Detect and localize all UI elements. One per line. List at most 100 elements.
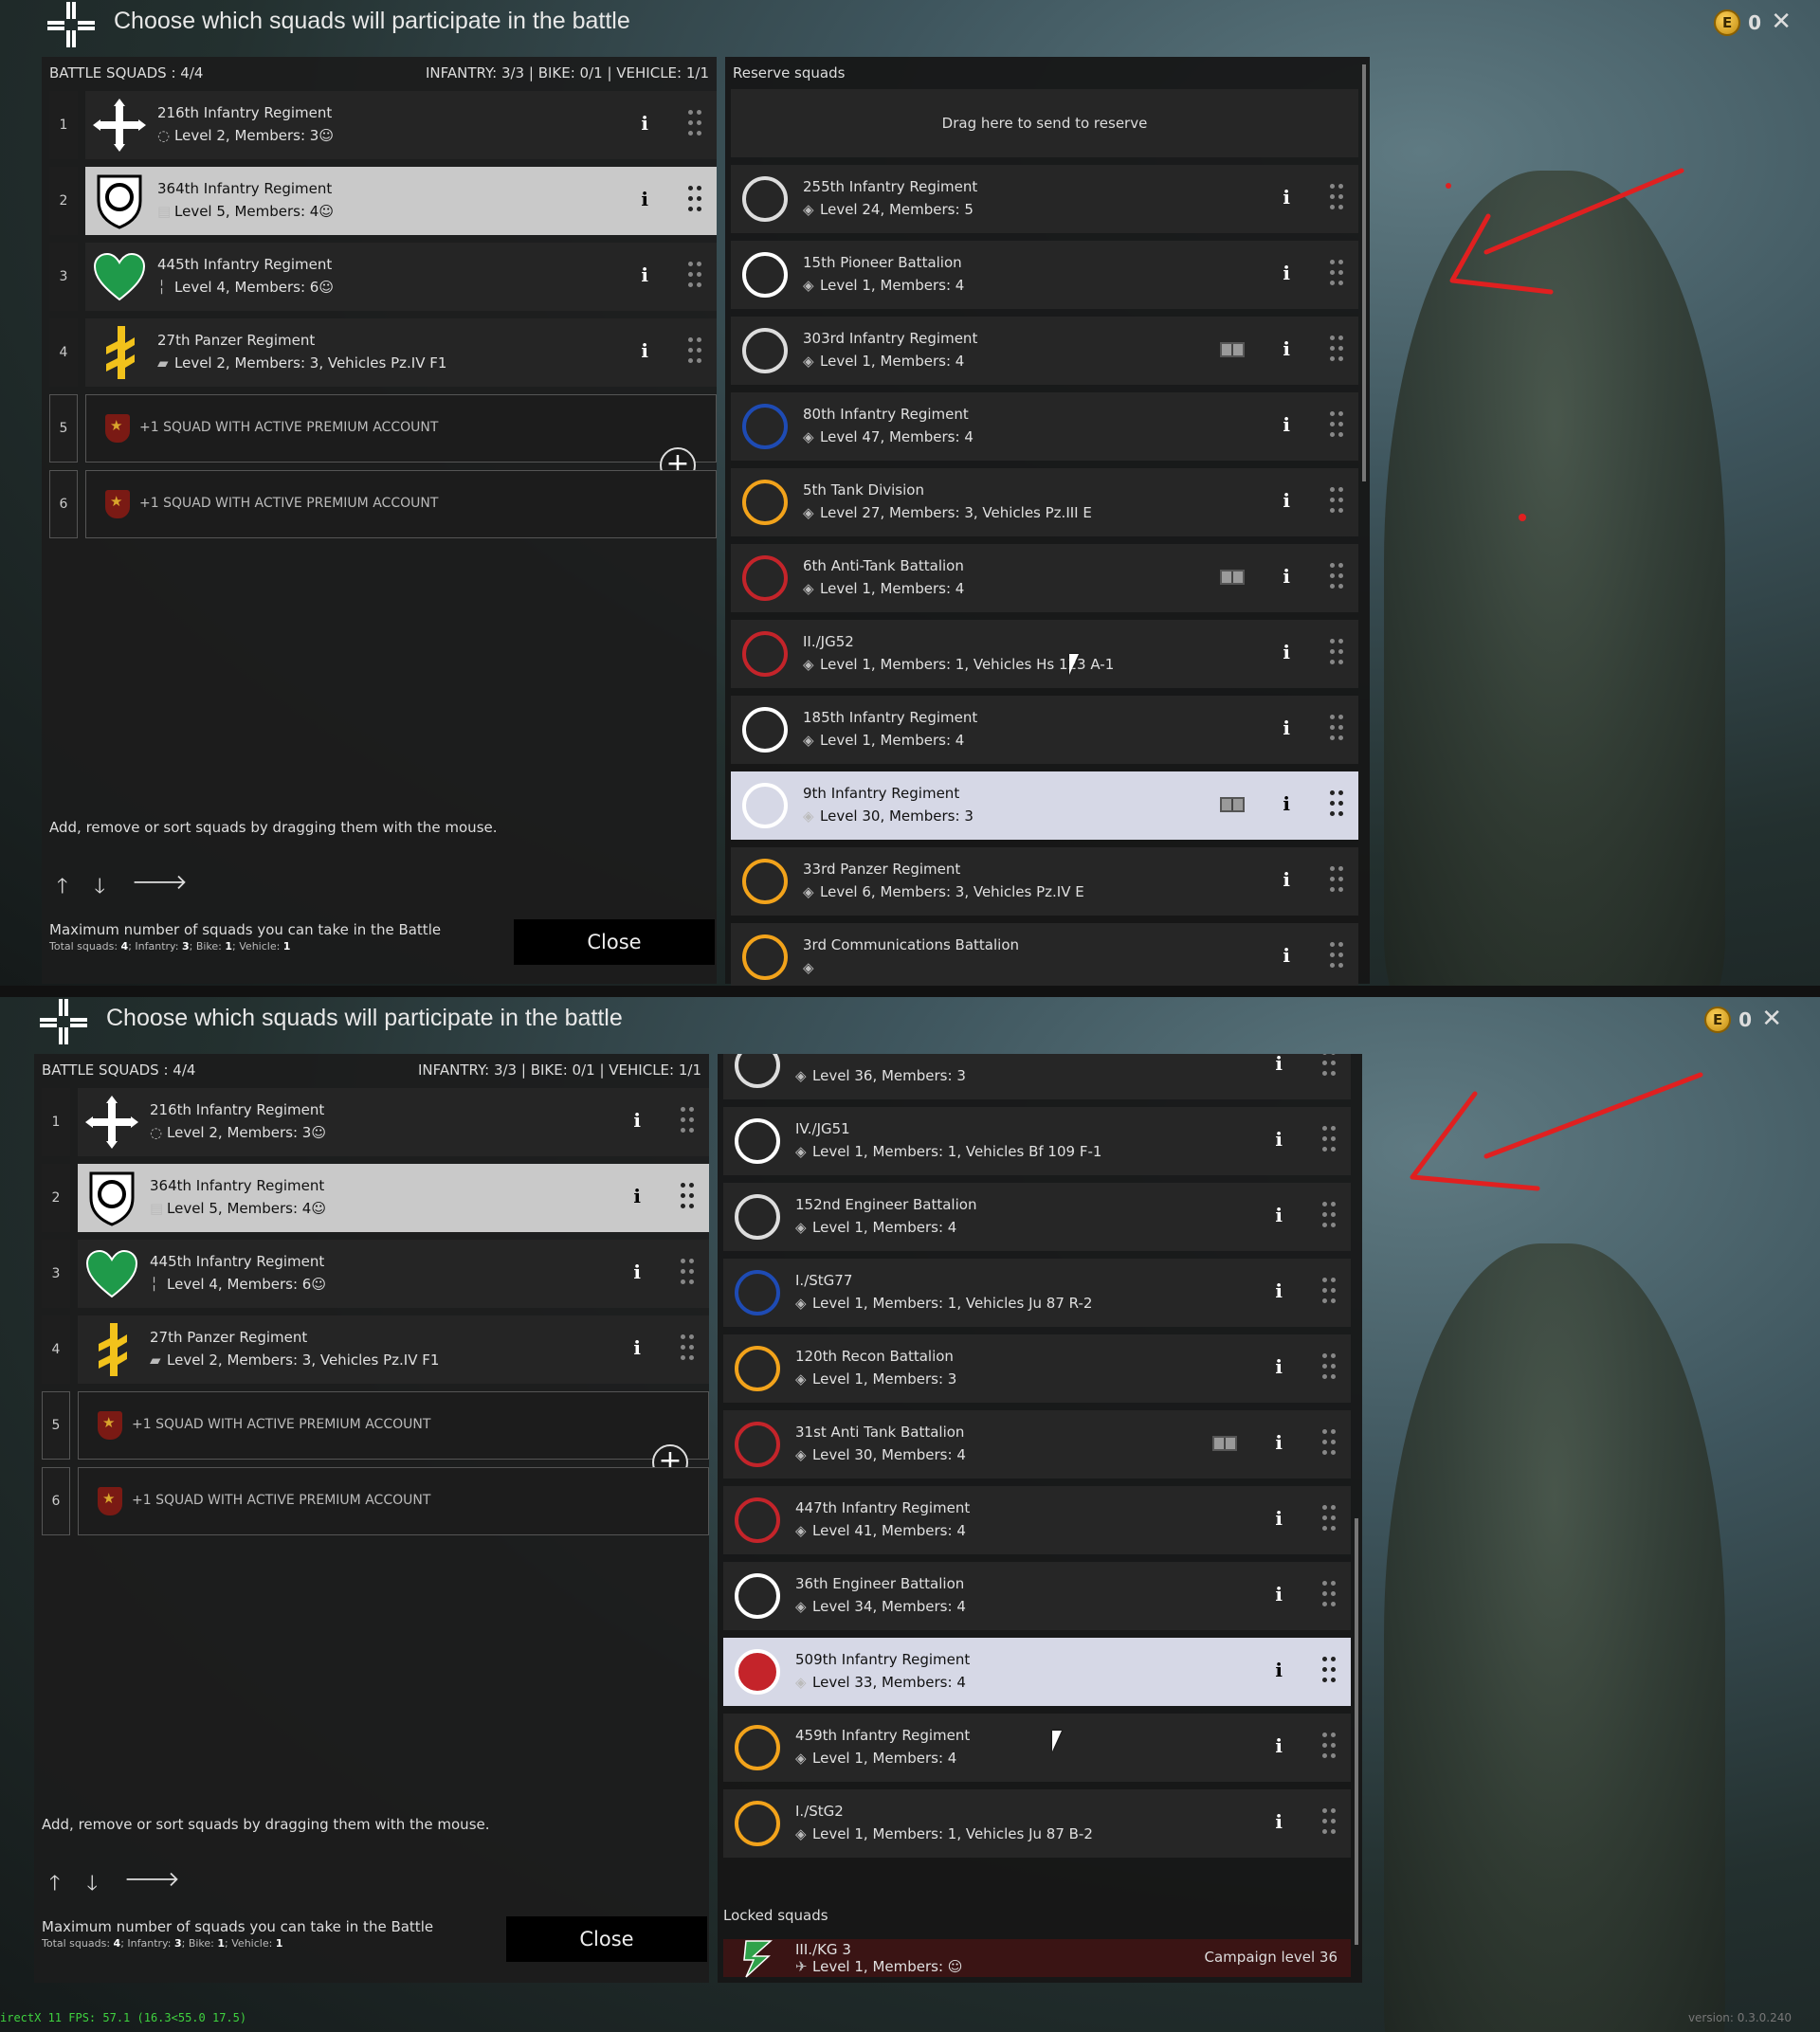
drag-handle-icon[interactable] [1322,1126,1336,1156]
drag-handle-icon[interactable] [1322,1733,1336,1763]
premium-squad-slot[interactable]: +1 SQUAD WITH ACTIVE PREMIUM ACCOUNT [85,394,717,463]
scrollbar[interactable] [1362,64,1366,481]
info-icon[interactable]: i [1283,489,1290,512]
drag-handle-icon[interactable] [681,1334,694,1365]
info-icon[interactable]: i [641,263,648,286]
squad-card[interactable]: 445th Infantry Regiment ╎ Level 4, Member… [78,1240,709,1308]
squad-card[interactable]: 27th Panzer Regiment ▰ Level 2, Members: … [85,318,717,387]
manual-book-icon[interactable] [1220,797,1245,812]
drag-handle-icon[interactable] [1322,1657,1336,1687]
close-icon[interactable]: ✕ [1761,1005,1782,1033]
manual-book-icon[interactable] [1220,570,1245,585]
premium-squad-slot[interactable]: +1 SQUAD WITH ACTIVE PREMIUM ACCOUNT [85,470,717,538]
info-icon[interactable]: i [633,1261,641,1283]
info-icon[interactable]: i [1275,1204,1283,1226]
drag-handle-icon[interactable] [1330,866,1343,897]
drag-handle-icon[interactable] [1322,1505,1336,1535]
reserve-squad-card[interactable]: 80th Infantry Regiment ◈ Level 47, Members… [731,392,1358,461]
arrow-right-icon[interactable]: 🡒 [132,870,188,906]
info-icon[interactable]: i [1283,262,1290,284]
drag-handle-icon[interactable] [1322,1353,1336,1384]
info-icon[interactable]: i [1283,868,1290,891]
info-icon[interactable]: i [1275,1279,1283,1302]
drag-handle-icon[interactable] [1330,336,1343,366]
arrow-right-icon[interactable]: 🡒 [124,1867,180,1903]
reserve-squad-card[interactable]: 6th Anti-Tank Battalion ◈ Level 1, Members… [731,544,1358,612]
reserve-squad-card[interactable]: ◈ Level 36, Members: 3 i [723,1054,1351,1099]
reserve-squad-card[interactable]: 15th Pioneer Battalion ◈ Level 1, Members:… [731,241,1358,309]
reserve-squad-card[interactable]: 509th Infantry Regiment ◈ Level 33, Member… [723,1638,1351,1706]
drag-handle-icon[interactable] [1330,563,1343,593]
reserve-squad-card[interactable]: IV./JG51 ◈ Level 1, Members: 1, Vehicles B… [723,1107,1351,1175]
info-icon[interactable]: i [633,1109,641,1132]
info-icon[interactable]: i [1283,717,1290,739]
info-icon[interactable]: i [641,339,648,362]
info-icon[interactable]: i [1275,1507,1283,1530]
drag-handle-icon[interactable] [1330,411,1343,442]
info-icon[interactable]: i [1275,1659,1283,1681]
reserve-squad-card[interactable]: 9th Infantry Regiment ◈ Level 30, Members:… [731,771,1358,840]
info-icon[interactable]: i [1275,1054,1283,1075]
premium-squad-slot[interactable]: +1 SQUAD WITH ACTIVE PREMIUM ACCOUNT [78,1467,709,1535]
drag-handle-icon[interactable] [681,1183,694,1213]
reserve-squad-card[interactable]: 3rd Communications Battalion ◈ i [731,923,1358,986]
reserve-squad-card[interactable]: 152nd Engineer Battalion ◈ Level 1, Member… [723,1183,1351,1251]
drag-handle-icon[interactable] [1330,487,1343,517]
reserve-squad-card[interactable]: 185th Infantry Regiment ◈ Level 1, Members… [731,696,1358,764]
drag-handle-icon[interactable] [1330,715,1343,745]
reserve-drop-zone[interactable]: Drag here to send to reserve [731,89,1358,157]
reserve-squad-card[interactable]: 31st Anti Tank Battalion ◈ Level 30, Membe… [723,1410,1351,1479]
info-icon[interactable]: i [1283,944,1290,967]
arrow-up-icon[interactable]: 🡑 [57,870,67,906]
squad-card-selected[interactable]: 364th Infantry Regiment ▤ Level 5, Member… [85,167,717,235]
squad-card[interactable]: 27th Panzer Regiment ▰ Level 2, Members: … [78,1315,709,1384]
info-icon[interactable]: i [1275,1128,1283,1151]
arrow-down-icon[interactable]: 🡓 [94,870,104,906]
squad-card-selected[interactable]: 364th Infantry Regiment ▤ Level 5, Member… [78,1164,709,1232]
info-icon[interactable]: i [1283,565,1290,588]
premium-squad-slot[interactable]: +1 SQUAD WITH ACTIVE PREMIUM ACCOUNT [78,1391,709,1460]
drag-handle-icon[interactable] [1330,790,1343,821]
reserve-squad-card[interactable]: 36th Engineer Battalion ◈ Level 34, Member… [723,1562,1351,1630]
info-icon[interactable]: i [641,188,648,210]
drag-handle-icon[interactable] [688,262,701,292]
locked-squad-card[interactable]: III./KG 3 ✈ Level 1, Members: ☺ Campaign … [723,1939,1351,1978]
drag-handle-icon[interactable] [1330,942,1343,972]
drag-handle-icon[interactable] [1322,1581,1336,1611]
manual-book-icon[interactable] [1212,1436,1237,1451]
reserve-squad-card[interactable]: 303rd Infantry Regiment ◈ Level 1, Members… [731,317,1358,385]
drag-handle-icon[interactable] [1322,1054,1336,1080]
squad-card[interactable]: 216th Infantry Regiment ◌ Level 2, Member… [78,1088,709,1156]
drag-handle-icon[interactable] [681,1259,694,1289]
manual-book-icon[interactable] [1220,342,1245,357]
info-icon[interactable]: i [1283,641,1290,663]
info-icon[interactable]: i [633,1336,641,1359]
squad-card[interactable]: 445th Infantry Regiment ╎ Level 4, Member… [85,243,717,311]
reserve-squad-card[interactable]: 459th Infantry Regiment ◈ Level 1, Members… [723,1714,1351,1782]
arrow-up-icon[interactable]: 🡑 [49,1867,60,1903]
drag-handle-icon[interactable] [1322,1278,1336,1308]
reserve-squad-card[interactable]: 33rd Panzer Regiment ◈ Level 6, Members: 3… [731,847,1358,916]
info-icon[interactable]: i [1275,1734,1283,1757]
info-icon[interactable]: i [1283,792,1290,815]
reserve-squad-card[interactable]: 5th Tank Division ◈ Level 27, Members: 3, … [731,468,1358,536]
info-icon[interactable]: i [1283,413,1290,436]
drag-handle-icon[interactable] [1330,639,1343,669]
info-icon[interactable]: i [1275,1355,1283,1378]
info-icon[interactable]: i [1275,1583,1283,1606]
drag-handle-icon[interactable] [1322,1808,1336,1839]
reserve-squad-card[interactable]: 447th Infantry Regiment ◈ Level 41, Member… [723,1486,1351,1554]
drag-handle-icon[interactable] [1330,260,1343,290]
close-icon[interactable]: ✕ [1771,8,1792,36]
reserve-squad-card[interactable]: I./StG77 ◈ Level 1, Members: 1, Vehicles J… [723,1259,1351,1327]
info-icon[interactable]: i [1283,186,1290,209]
reserve-squad-card[interactable]: II./JG52 ◈ Level 1, Members: 1, Vehicles H… [731,620,1358,688]
drag-handle-icon[interactable] [1330,184,1343,214]
close-button[interactable]: Close [514,919,715,965]
drag-handle-icon[interactable] [681,1107,694,1137]
reserve-squad-card[interactable]: 120th Recon Battalion ◈ Level 1, Members: … [723,1334,1351,1403]
info-icon[interactable]: i [1283,337,1290,360]
drag-handle-icon[interactable] [1322,1429,1336,1460]
arrow-down-icon[interactable]: 🡓 [86,1867,97,1903]
info-icon[interactable]: i [633,1185,641,1207]
